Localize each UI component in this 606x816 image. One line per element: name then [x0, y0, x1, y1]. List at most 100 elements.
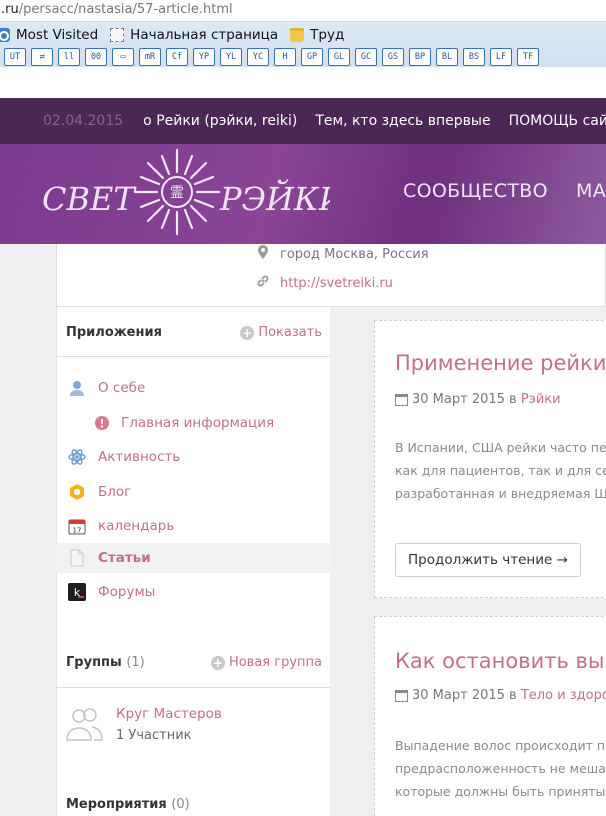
divider	[56, 687, 330, 688]
article-date: 30 Март 2015	[412, 688, 505, 703]
apps-show-label: Показать	[258, 325, 322, 340]
toolbar-button[interactable]: YC	[247, 48, 269, 66]
sidebar-item-label: Блог	[98, 484, 132, 500]
toolbar-button[interactable]: BL	[436, 48, 458, 66]
sidebar-item-label: календарь	[98, 518, 175, 534]
sidebar-item-activity[interactable]: Активность	[56, 442, 330, 472]
toolbar-button[interactable]: YP	[193, 48, 215, 66]
article-category[interactable]: Тело и здоро	[521, 688, 606, 703]
article-meta-in: в	[509, 688, 517, 703]
most-visited-icon	[0, 28, 10, 42]
article-meta: 30 Март 2015 в Тело и здоро	[395, 688, 606, 703]
groups-count: (1)	[126, 655, 145, 670]
new-group-label: Новая группа	[228, 655, 322, 670]
nav-next[interactable]: МА	[576, 180, 606, 202]
excerpt-line: В Испании, США рейки часто пе	[395, 440, 606, 455]
bookmark-start-page[interactable]: Начальная страница	[110, 27, 278, 43]
forum-icon: k	[67, 582, 87, 602]
toolbar-button[interactable]: 00	[85, 48, 107, 66]
apps-title: Приложения	[66, 325, 162, 340]
toolbar-button[interactable]: BP	[409, 48, 431, 66]
apps-show-button[interactable]: + Показать	[240, 325, 322, 340]
article-meta: 30 Март 2015 в Рэйки	[395, 392, 561, 407]
sidebar-item-blog[interactable]: Блог	[56, 477, 330, 507]
read-more-button[interactable]: Продолжить чтение →	[395, 543, 581, 577]
link-icon	[256, 274, 270, 292]
topbar-link-help[interactable]: ПОМОЩЬ сайту	[509, 113, 606, 129]
toolbar-button[interactable]: LF	[490, 48, 512, 66]
sidebar-item-label: Активность	[98, 449, 181, 465]
svg-text:17: 17	[73, 527, 82, 535]
sidebar-item-label: Форумы	[98, 584, 156, 600]
topbar-link-newcomers[interactable]: Тем, кто здесь впервые	[315, 113, 490, 129]
calendar-icon: 17	[67, 516, 87, 536]
excerpt-line: которые должны быть приняты	[395, 784, 606, 799]
article-title[interactable]: Применение рейки: р	[395, 351, 606, 375]
bookmark-most-visited[interactable]: Most Visited	[0, 27, 98, 43]
article-category[interactable]: Рэйки	[521, 392, 561, 407]
toolbar-button[interactable]: TF	[517, 48, 539, 66]
toolbar-button[interactable]: UT	[4, 48, 26, 66]
atom-icon	[67, 447, 87, 467]
blog-icon	[67, 482, 87, 502]
site-logo[interactable]: 霊 СВЕТ РЭЙКИ	[40, 144, 330, 244]
article-date: 30 Март 2015	[412, 392, 505, 407]
toolbar-button[interactable]: Cf	[166, 48, 188, 66]
toolbar-button[interactable]: ▭	[112, 48, 134, 66]
toolbar-button[interactable]: GL	[328, 48, 350, 66]
location-text: город Москва, Россия	[280, 246, 429, 262]
bookmark-trud[interactable]: Труд	[290, 27, 344, 43]
sidebar-item-forums[interactable]: k Форумы	[56, 577, 330, 607]
article-card: Применение рейки: р 30 Март 2015 в Рэйки…	[374, 320, 606, 598]
info-icon	[92, 413, 112, 433]
url-path: /persacc/nastasia/57-article.html	[18, 2, 233, 17]
svg-text:霊: 霊	[170, 185, 184, 201]
map-pin-icon	[256, 245, 270, 263]
new-group-button[interactable]: + Новая группа	[210, 655, 322, 670]
toolbar-button[interactable]: BS	[463, 48, 485, 66]
toolbar-button[interactable]: GP	[301, 48, 323, 66]
events-count: (0)	[171, 797, 190, 812]
topbar-link-reiki[interactable]: о Рейки (рэйки, reiki)	[143, 113, 297, 129]
toolbar-button[interactable]: ll	[58, 48, 80, 66]
sidebar-item-main-info[interactable]: Главная информация	[56, 408, 330, 438]
article-excerpt: В Испании, США рейки часто пе как для па…	[395, 436, 606, 505]
group-card[interactable]: Круг Мастеров 1 Участник	[56, 700, 330, 760]
article-title[interactable]: Как остановить выпа	[395, 649, 606, 673]
website-link[interactable]: http://svetreiki.ru	[280, 276, 393, 291]
logo-word-right: РЭЙКИ	[219, 179, 330, 218]
toolbar-button[interactable]: GC	[355, 48, 377, 66]
sidebar-item-about[interactable]: О себе	[56, 373, 330, 403]
sidebar-item-label: О себе	[98, 380, 146, 396]
excerpt-line: разработанная и внедряемая Ш	[395, 486, 606, 501]
url-domain: .ru	[1, 2, 19, 17]
folder-icon	[290, 28, 305, 42]
site-header: 霊 СВЕТ РЭЙКИ СООБЩЕСТВО МА	[0, 144, 606, 244]
plus-icon: +	[210, 655, 225, 670]
bookmark-label: Труд	[310, 27, 345, 43]
calendar-icon	[395, 393, 408, 406]
logo-word-left: СВЕТ	[42, 180, 137, 218]
group-name[interactable]: Круг Мастеров	[116, 706, 222, 722]
toolbar-button[interactable]: H	[274, 48, 296, 66]
site-topbar: 02.04.2015 о Рейки (рэйки, reiki) Тем, к…	[0, 98, 606, 144]
divider	[56, 356, 330, 357]
nav-community[interactable]: СООБЩЕСТВО	[403, 180, 548, 202]
toolbar-button[interactable]: ⇄	[31, 48, 53, 66]
bookmark-label: Начальная страница	[130, 27, 279, 43]
sidebar-item-articles[interactable]: Статьи	[56, 543, 330, 573]
sidebar-item-label: Статьи	[98, 550, 151, 566]
group-users-icon	[66, 708, 103, 741]
toolbar-button[interactable]: GS	[382, 48, 404, 66]
page-icon	[110, 28, 125, 42]
sidebar-item-calendar[interactable]: 17 календарь	[56, 511, 330, 541]
groups-title: Группы (1)	[66, 655, 145, 670]
current-date: 02.04.2015	[43, 113, 124, 129]
address-bar[interactable]: .ru/persacc/nastasia/57-article.html	[0, 0, 606, 22]
article-card: Как остановить выпа 30 Март 2015 в Тело …	[374, 616, 606, 816]
calendar-icon	[395, 689, 408, 702]
article-excerpt: Выпадение волос происходит п предрасполо…	[395, 734, 606, 803]
toolbar-button[interactable]: mR	[139, 48, 161, 66]
user-icon	[67, 378, 87, 398]
toolbar-button[interactable]: YL	[220, 48, 242, 66]
